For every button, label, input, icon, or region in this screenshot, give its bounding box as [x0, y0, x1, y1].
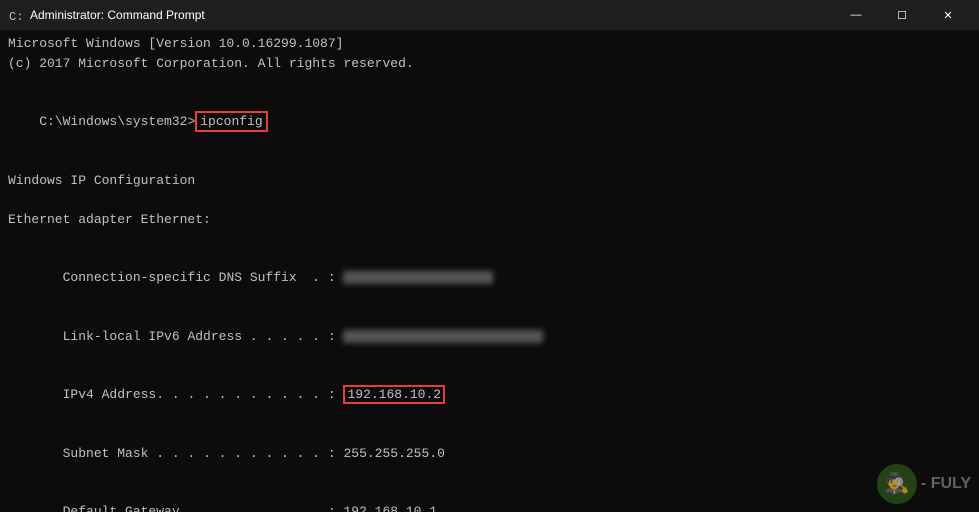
- minimize-button[interactable]: —: [833, 0, 879, 30]
- line-dns-suffix: Connection-specific DNS Suffix . :: [8, 249, 971, 308]
- ipv4-label: IPv4 Address. . . . . . . . . . . :: [39, 387, 343, 402]
- prompt-text: C:\Windows\system32>: [39, 114, 195, 129]
- dns-suffix-label: Connection-specific DNS Suffix . :: [39, 270, 343, 285]
- watermark-icon: 🕵️: [877, 464, 917, 504]
- line-gateway: Default Gateway . . . . . . . . . : 192.…: [8, 483, 971, 512]
- ipconfig-command: ipconfig: [195, 111, 267, 132]
- line-ip-config: Windows IP Configuration: [8, 171, 971, 191]
- subnet-label: Subnet Mask . . . . . . . . . . . :: [39, 446, 343, 461]
- line-command: C:\Windows\system32>ipconfig: [8, 93, 971, 152]
- line-empty-2: [8, 151, 971, 171]
- window-controls: — ☐ ✕: [833, 0, 971, 30]
- line-empty-3: [8, 190, 971, 210]
- close-button[interactable]: ✕: [925, 0, 971, 30]
- line-ipv4: IPv4 Address. . . . . . . . . . . : 192.…: [8, 366, 971, 425]
- subnet-value: 255.255.255.0: [343, 446, 444, 461]
- ipv6-link-value: [343, 330, 543, 343]
- ipv6-link-label: Link-local IPv6 Address . . . . . :: [39, 329, 343, 344]
- line-empty-4: [8, 229, 971, 249]
- ipv4-value: 192.168.10.2: [343, 385, 445, 404]
- dns-suffix-value: [343, 271, 493, 284]
- title-bar-left: C: Administrator: Command Prompt: [8, 7, 205, 23]
- maximize-button[interactable]: ☐: [879, 0, 925, 30]
- line-ethernet-adapter: Ethernet adapter Ethernet:: [8, 210, 971, 230]
- line-copyright: (c) 2017 Microsoft Corporation. All righ…: [8, 54, 971, 74]
- watermark: 🕵️ - FULY: [877, 464, 971, 504]
- line-ipv6-link-local: Link-local IPv6 Address . . . . . :: [8, 307, 971, 366]
- title-bar: C: Administrator: Command Prompt — ☐ ✕: [0, 0, 979, 30]
- console-body: Microsoft Windows [Version 10.0.16299.10…: [0, 30, 979, 512]
- gateway-value: 192.168.10.1: [343, 504, 437, 512]
- svg-text:C:: C:: [9, 10, 23, 23]
- line-version: Microsoft Windows [Version 10.0.16299.10…: [8, 34, 971, 54]
- window-title: Administrator: Command Prompt: [30, 8, 205, 22]
- gateway-label: Default Gateway . . . . . . . . . :: [39, 504, 343, 512]
- watermark-text: - FULY: [921, 475, 971, 493]
- line-subnet: Subnet Mask . . . . . . . . . . . : 255.…: [8, 424, 971, 483]
- cmd-icon: C:: [8, 7, 24, 23]
- line-empty-1: [8, 73, 971, 93]
